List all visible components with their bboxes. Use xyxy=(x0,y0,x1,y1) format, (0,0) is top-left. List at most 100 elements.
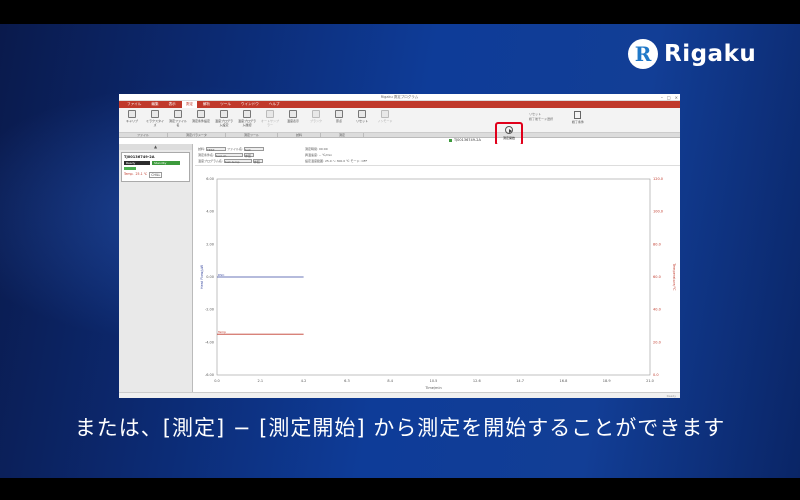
device-panel: ▲ TJ00136749-2A Ready Standby Temp. 25.1… xyxy=(119,144,193,398)
device-tab[interactable]: TJ00136749-2A xyxy=(449,138,481,142)
device-status-bar xyxy=(124,167,136,170)
x-tick-label: 16.8 xyxy=(560,379,568,383)
ribbon-button-8[interactable]: ブランク xyxy=(306,110,326,123)
ribbon-tool-icon xyxy=(220,110,228,118)
menu-2[interactable]: 表示 xyxy=(165,101,180,108)
program-ref-button[interactable]: 参照 xyxy=(252,159,263,164)
menu-4[interactable]: 解析 xyxy=(199,101,214,108)
ribbon-tool-icon xyxy=(358,110,366,118)
play-icon xyxy=(505,126,513,134)
ribbon-button-1[interactable]: ミラクスタイズ xyxy=(145,110,165,127)
ribbon-group-3: 試料 xyxy=(278,133,321,137)
ribbon-button-7[interactable]: 温度表示 xyxy=(283,110,303,123)
file-field[interactable]: test xyxy=(243,147,264,152)
ribbon-right-options: リセット 終了後モード選択 xyxy=(529,112,553,122)
ribbon-button-label: 温度プログラム確認 xyxy=(237,119,256,127)
ribbon-button-2[interactable]: 測定ファイル名 xyxy=(168,110,188,127)
mode-label: モード: xyxy=(350,159,361,163)
device-substate: Standby xyxy=(152,161,180,165)
y2-tick-label: 0.0 xyxy=(653,373,659,377)
end-condition-button[interactable]: 終了条件 xyxy=(572,111,584,124)
ribbon-button-label: リセット xyxy=(355,119,368,123)
ribbon-button-0[interactable]: キャリブ xyxy=(122,110,142,123)
x-tick-label: 12.6 xyxy=(473,379,481,383)
time-label: 測定時間: xyxy=(305,147,319,151)
device-card[interactable]: TJ00136749-2A Ready Standby Temp. 25.1 ℃… xyxy=(121,152,190,182)
set-range-label: 設定温度範囲: xyxy=(305,159,325,163)
menu-3[interactable]: 測定 xyxy=(181,101,197,108)
ribbon-button-4[interactable]: 温度プログラム設定 xyxy=(214,110,234,127)
window-title: Rigaku 測定プログラム xyxy=(380,94,419,99)
ribbon-tool-icon xyxy=(174,110,182,118)
ribbon-group-labels: ファイル 測定パラメータ 測定ツール 試料 測定 xyxy=(119,133,680,138)
rate-value: -- ℃/min xyxy=(318,153,333,157)
time-value: 00:00 xyxy=(318,147,328,151)
ribbon-button-label: オートサンプラー xyxy=(261,119,279,127)
sample-field[interactable]: TEST xyxy=(205,147,226,152)
y2-tick-label: 120.0 xyxy=(653,177,663,181)
ribbon-toolbar: キャリブ ミラクスタイズ 測定ファイル名 測定条件設定 温度プログラム設定 温度プログラム… xyxy=(119,108,680,146)
menu-6[interactable]: ウインドウ xyxy=(237,101,263,108)
x-tick-label: 21.0 xyxy=(646,379,654,383)
ribbon-button-label: キャリブ xyxy=(125,119,138,123)
program-field[interactable]: test-temp xyxy=(223,159,252,164)
y-tick-label: 6.00 xyxy=(206,177,214,181)
y-tick-label: 0.00 xyxy=(206,275,214,279)
maximize-icon[interactable]: □ xyxy=(667,95,671,100)
app-window: Rigaku 測定プログラム – □ × ファイル 編集 表示 測定 解析 ツール ウインド… xyxy=(119,94,680,398)
y2-tick-label: 80.0 xyxy=(653,242,661,246)
y-tick-label: -6.00 xyxy=(205,373,214,377)
rigaku-logo-text: Rigaku xyxy=(664,41,757,67)
x-tick-label: 18.9 xyxy=(603,379,611,383)
ribbon-button-label: 測定ファイル名 xyxy=(168,119,187,127)
ribbon-tool-icon xyxy=(128,110,136,118)
ribbon-button-11[interactable]: ノンモード xyxy=(375,110,395,123)
chill-button[interactable]: CHILL xyxy=(149,172,163,178)
ribbon-tool-icon xyxy=(335,110,343,118)
ribbon-button-3[interactable]: 測定条件設定 xyxy=(191,110,211,123)
rigaku-logo: R Rigaku xyxy=(628,36,788,72)
ribbon-tool-icon xyxy=(289,110,297,118)
ribbon-button-label: ノンモード xyxy=(377,119,393,123)
y2-tick-label: 20.0 xyxy=(653,340,661,344)
ribbon-button-10[interactable]: リセット xyxy=(352,110,372,123)
ribbon-button-6[interactable]: オートサンプラー xyxy=(260,110,280,127)
menu-5[interactable]: ツール xyxy=(216,101,235,108)
measurement-info: 試料: TEST ファイル名: test 測定条件名: test-ch 参照 温… xyxy=(195,144,680,166)
menu-1[interactable]: 編集 xyxy=(147,101,162,108)
ribbon-group-2: 測定ツール xyxy=(226,133,278,137)
menu-0[interactable]: ファイル xyxy=(123,101,145,108)
set-range-value: 25.0 〜 300.0 ℃ xyxy=(324,159,350,163)
ribbon-button-label: 原点 xyxy=(335,119,342,123)
y2-tick-label: 100.0 xyxy=(653,210,663,214)
ribbon-group-4: 測定 xyxy=(321,133,364,137)
ribbon-button-9[interactable]: 原点 xyxy=(329,110,349,123)
x-tick-label: 0.0 xyxy=(214,379,220,383)
condition-field[interactable]: test-ch xyxy=(214,153,243,158)
x-tick-label: 8.4 xyxy=(387,379,393,383)
rigaku-logo-icon: R xyxy=(628,39,658,69)
ribbon-tool-icon xyxy=(197,110,205,118)
x-tick-label: 6.3 xyxy=(344,379,350,383)
condition-ref-button[interactable]: 参照 xyxy=(243,153,254,158)
start-measurement-button[interactable]: 測定開始 xyxy=(495,122,523,146)
y-tick-label: -4.00 xyxy=(205,340,214,344)
ribbon-tool-icon xyxy=(381,110,389,118)
status-bar: Ready xyxy=(119,392,680,398)
ribbon-tool-icon xyxy=(312,110,320,118)
hourglass-icon xyxy=(574,111,582,119)
temp-label: Temp. xyxy=(124,172,134,176)
x-tick-label: 2.1 xyxy=(258,379,264,383)
menu-7[interactable]: ヘルプ xyxy=(265,101,284,108)
ribbon-button-label: 温度表示 xyxy=(286,119,299,123)
device-state: Ready xyxy=(124,161,150,165)
scroll-up-icon[interactable]: ▲ xyxy=(119,144,192,150)
rate-label: 昇温速度: xyxy=(305,153,319,157)
ribbon-button-label: 測定条件設定 xyxy=(191,119,210,123)
y-axis-label: Heat Flow/µW xyxy=(200,264,204,289)
ribbon-button-5[interactable]: 温度プログラム確認 xyxy=(237,110,257,127)
minimize-icon[interactable]: – xyxy=(661,95,663,100)
y2-axis-label: Temperature/℃ xyxy=(672,262,676,290)
end-mode-option[interactable]: 終了後モード選択 xyxy=(529,117,553,122)
close-icon[interactable]: × xyxy=(675,95,678,100)
